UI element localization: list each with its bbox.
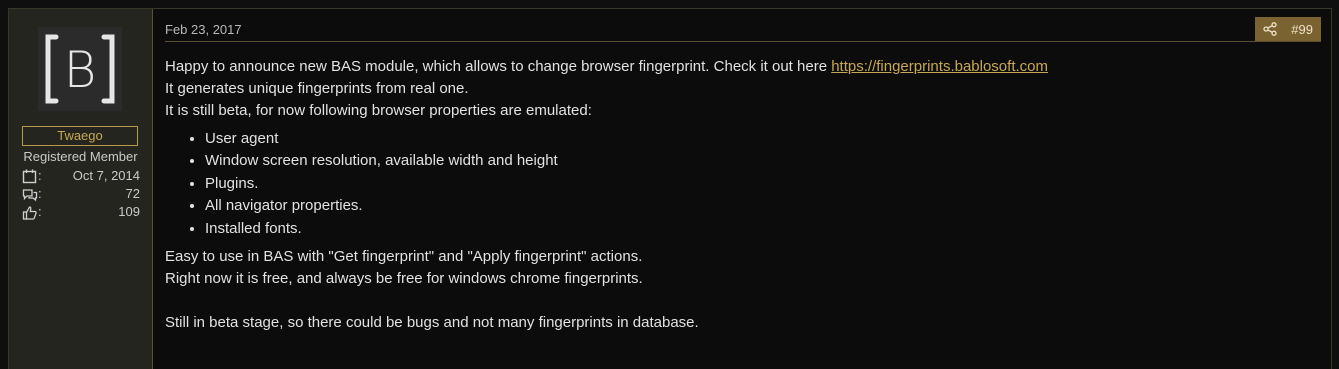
- user-sidebar: B Twaego Registered Member : Oct 7, 2014…: [9, 9, 153, 369]
- stat-colon: :: [38, 186, 42, 201]
- post-number[interactable]: #99: [1291, 22, 1313, 37]
- stat-messages-value: 72: [125, 186, 140, 201]
- post-line: Right now it is free, and always be free…: [165, 270, 643, 288]
- list-item: Installed fonts.: [205, 218, 1315, 240]
- post-line: It generates unique fingerprints from re…: [165, 80, 469, 97]
- list-item: Window screen resolution, available widt…: [205, 150, 1315, 172]
- stat-colon: :: [38, 168, 42, 183]
- list-item: All navigator properties.: [205, 195, 1315, 217]
- stat-reactions: : 109: [22, 204, 140, 222]
- avatar-initial: B: [64, 41, 97, 99]
- post-line: It is still beta, for now following brow…: [165, 102, 592, 119]
- post-date[interactable]: Feb 23, 2017: [165, 22, 242, 37]
- thumbs-up-icon: [22, 206, 37, 220]
- list-item: User agent: [205, 128, 1315, 150]
- share-icon[interactable]: [1263, 22, 1277, 36]
- stat-joined-value: Oct 7, 2014: [72, 168, 140, 183]
- post-line: Easy to use in BAS with "Get fingerprint…: [165, 248, 643, 266]
- post-intro-line: Happy to announce new BAS module, which …: [165, 56, 1315, 78]
- user-title: Registered Member: [23, 149, 138, 164]
- stat-reactions-value: 109: [118, 204, 140, 219]
- forum-post: B Twaego Registered Member : Oct 7, 2014…: [8, 8, 1332, 369]
- stat-colon: :: [38, 204, 42, 219]
- bas-logo-icon: B: [38, 27, 122, 111]
- post-line: Still in beta stage, so there could be b…: [165, 314, 699, 332]
- fingerprints-link[interactable]: https://fingerprints.bablosoft.com: [831, 58, 1048, 75]
- feature-list: User agent Window screen resolution, ava…: [165, 128, 1315, 240]
- post-body: Happy to announce new BAS module, which …: [165, 56, 1315, 334]
- post-actions: #99: [1255, 17, 1321, 41]
- avatar[interactable]: B: [38, 27, 122, 111]
- post-header: Feb 23, 2017 #99: [165, 17, 1321, 42]
- list-item: Plugins.: [205, 173, 1315, 195]
- messages-icon: [22, 189, 38, 202]
- stat-messages: : 72: [22, 186, 140, 204]
- post-intro-text: Happy to announce new BAS module, which …: [165, 58, 832, 75]
- username[interactable]: Twaego: [22, 126, 138, 146]
- post-content: Feb 23, 2017 #99 Happy to announce new B…: [153, 9, 1331, 369]
- stat-joined: : Oct 7, 2014: [22, 168, 140, 186]
- calendar-icon: [22, 169, 37, 184]
